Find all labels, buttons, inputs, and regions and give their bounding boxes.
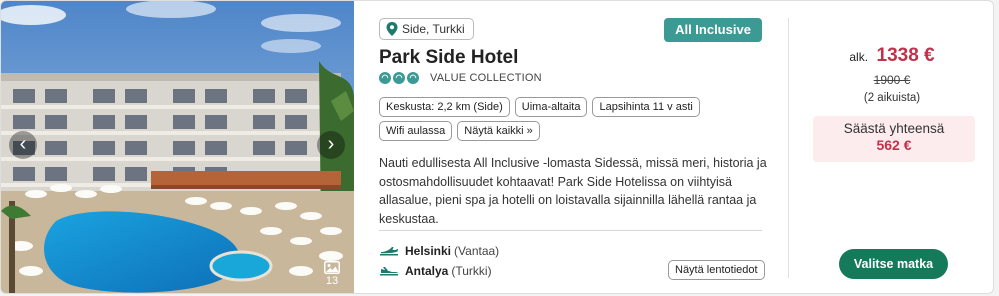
image-gallery-icon [324, 261, 340, 274]
feature-list: Keskusta: 2,2 km (Side) Uima-altaita Lap… [379, 97, 769, 141]
price-persons: (2 aikuista) [863, 92, 921, 104]
feature-chip: Lapsihinta 11 v asti [592, 97, 700, 117]
hotel-card: ‹ › 13 Side, Turkki All Inclusive Park S… [0, 0, 994, 294]
gallery-next-button[interactable]: › [317, 131, 345, 159]
location-chip[interactable]: Side, Turkki [379, 18, 474, 40]
arrival-flight: Antalya (Turkki) [379, 264, 492, 278]
arrival-airport: (Turkki) [451, 264, 492, 278]
hotel-name[interactable]: Park Side Hotel [379, 47, 518, 69]
hotel-details: Side, Turkki All Inclusive Park Side Hot… [354, 1, 789, 293]
hotel-description: Nauti edullisesta All Inclusive -lomasta… [379, 156, 767, 226]
select-trip-button[interactable]: Valitse matka [839, 249, 948, 279]
savings-label: Säästä yhteensä [843, 121, 945, 136]
sun-rating-icon: ◠ [393, 72, 405, 84]
sun-rating-icon: ◠ [407, 72, 419, 84]
arrival-city: Antalya [405, 264, 449, 278]
savings-box: Säästä yhteensä 562 € [813, 116, 975, 162]
sun-rating: ◠ ◠ ◠ VALUE COLLECTION [379, 72, 542, 84]
price-amount: 1338 € [876, 45, 935, 66]
location-label: Side, Turkki [402, 22, 465, 36]
price-from-label: alk. [849, 50, 869, 64]
sun-rating-icon: ◠ [379, 72, 391, 84]
gallery-prev-button[interactable]: ‹ [9, 131, 37, 159]
savings-amount: 562 € [876, 137, 912, 153]
feature-chip: Uima-altaita [514, 97, 588, 117]
all-inclusive-badge: All Inclusive [664, 18, 762, 42]
hotel-photo[interactable]: ‹ › 13 [1, 1, 354, 293]
gallery-counter[interactable]: 13 [319, 261, 345, 287]
feature-chip: Keskusta: 2,2 km (Side) [379, 97, 510, 117]
chevron-right-icon: › [327, 133, 335, 155]
show-all-features-button[interactable]: Näytä kaikki » [457, 121, 540, 141]
photo-count: 13 [325, 275, 339, 287]
departure-plane-icon [380, 247, 398, 256]
arrival-plane-icon [380, 267, 398, 276]
chevron-left-icon: ‹ [19, 133, 27, 155]
hotel-photo-image [1, 1, 354, 293]
show-flight-details-button[interactable]: Näytä lentotiedot [668, 260, 765, 280]
original-price: 1900 € [873, 73, 911, 87]
divider [379, 230, 762, 231]
departure-flight: Helsinki (Vantaa) [379, 244, 499, 258]
collection-label: VALUE COLLECTION [430, 72, 542, 84]
departure-airport: (Vantaa) [454, 244, 500, 258]
price-panel: alk. 1338 € 1900 € (2 aikuista) Säästä y… [789, 1, 993, 293]
feature-chip: Wifi aulassa [379, 121, 453, 141]
location-pin-icon [386, 22, 398, 36]
price-line: alk. 1338 € [789, 45, 993, 67]
departure-city: Helsinki [405, 244, 452, 258]
